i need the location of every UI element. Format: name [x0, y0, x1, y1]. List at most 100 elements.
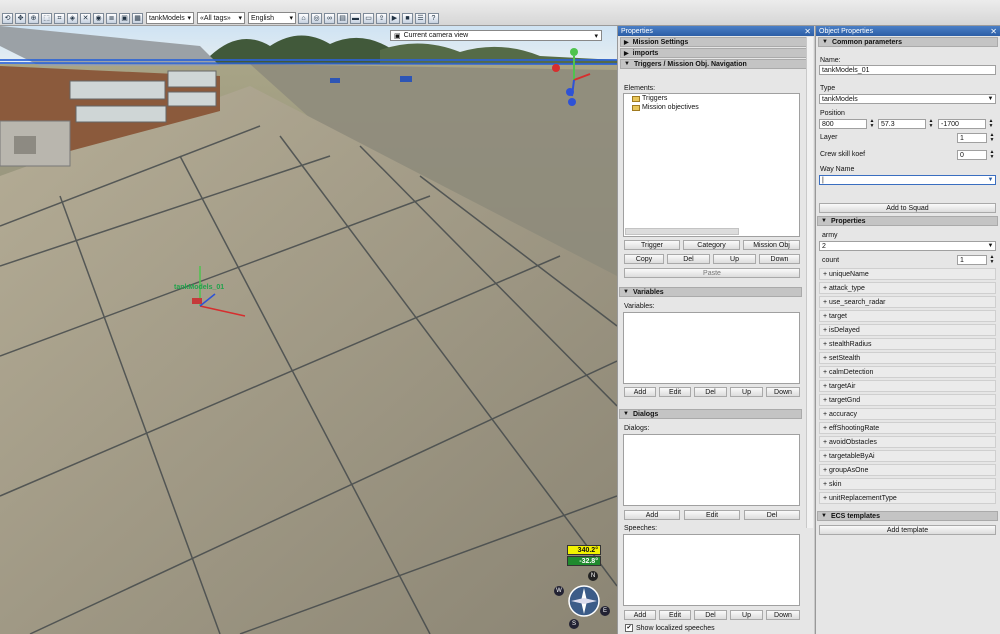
- layer-input[interactable]: 1: [957, 133, 987, 143]
- crew-skill-spinner[interactable]: ▲ ▼: [988, 150, 996, 160]
- section-triggers[interactable]: ▼ Triggers / Mission Obj. Navigation: [620, 59, 812, 69]
- object-icon[interactable]: ◈: [67, 12, 78, 24]
- variables-down-button[interactable]: Down: [766, 387, 800, 397]
- select-area-icon[interactable]: ⌗: [54, 12, 65, 24]
- section-variables[interactable]: ▼ Variables: [619, 287, 802, 297]
- save-as-icon[interactable]: ▭: [363, 12, 374, 24]
- prop-accuracy[interactable]: + accuracy: [819, 408, 996, 420]
- prop-use-search-radar[interactable]: + use_search_radar: [819, 296, 996, 308]
- camera-icon[interactable]: ⌂: [298, 12, 309, 24]
- rotate-icon[interactable]: ⟲: [2, 12, 13, 24]
- properties-scrollbar[interactable]: [806, 37, 813, 528]
- del-button[interactable]: Del: [667, 254, 710, 264]
- add-to-squad-button[interactable]: Add to Squad: [819, 203, 996, 213]
- save-icon[interactable]: ▬: [350, 12, 361, 24]
- prop-group-as-one[interactable]: + groupAsOne: [819, 464, 996, 476]
- variables-edit-button[interactable]: Edit: [659, 387, 691, 397]
- up-button[interactable]: Up: [713, 254, 756, 264]
- unit-label[interactable]: tankModels_01: [174, 284, 224, 291]
- stop-icon[interactable]: ■: [402, 12, 413, 24]
- binoculars-icon[interactable]: ∞: [324, 12, 335, 24]
- prop-skin[interactable]: + skin: [819, 478, 996, 490]
- way-name-input[interactable]: |: [819, 175, 996, 185]
- globe-icon[interactable]: ◉: [93, 12, 104, 24]
- language-select[interactable]: English ▾: [248, 12, 296, 24]
- prop-set-stealth[interactable]: + setStealth: [819, 352, 996, 364]
- down-button[interactable]: Down: [759, 254, 800, 264]
- prop-calm-detection[interactable]: + calmDetection: [819, 366, 996, 378]
- prop-avoid-obstacles[interactable]: + avoidObstacles: [819, 436, 996, 448]
- section-imports[interactable]: ▶ imports: [620, 48, 812, 58]
- position-x-input[interactable]: 800: [819, 119, 867, 129]
- speeches-add-button[interactable]: Add: [624, 610, 656, 620]
- speeches-down-button[interactable]: Down: [766, 610, 800, 620]
- count-spinner[interactable]: ▲ ▼: [988, 255, 996, 265]
- prop-target[interactable]: + target: [819, 310, 996, 322]
- layers-icon[interactable]: ≣: [106, 12, 117, 24]
- close-icon[interactable]: ✕: [990, 27, 997, 36]
- copy-button[interactable]: Copy: [624, 254, 664, 264]
- paste-button[interactable]: Paste: [624, 268, 800, 278]
- prop-attack-type[interactable]: + attack_type: [819, 282, 996, 294]
- grid-icon[interactable]: ▦: [132, 12, 143, 24]
- dialogs-add-button[interactable]: Add: [624, 510, 680, 520]
- add-template-button[interactable]: Add template: [819, 525, 996, 535]
- close-icon[interactable]: ✕: [804, 27, 811, 36]
- prop-target-gnd[interactable]: + targetGnd: [819, 394, 996, 406]
- help-icon[interactable]: ?: [428, 12, 439, 24]
- variables-add-button[interactable]: Add: [624, 387, 656, 397]
- eye-icon[interactable]: ◎: [311, 12, 322, 24]
- elements-tree[interactable]: [623, 93, 800, 237]
- 3d-viewport[interactable]: ▣ Current camera view ▾ tankModels_01 34…: [0, 26, 617, 634]
- speeches-del-button[interactable]: Del: [694, 610, 727, 620]
- mission-obj-button[interactable]: Mission Obj: [743, 240, 800, 250]
- cube-icon[interactable]: ▣: [119, 12, 130, 24]
- play-icon[interactable]: ▶: [389, 12, 400, 24]
- dialogs-del-button[interactable]: Del: [744, 510, 800, 520]
- section-properties[interactable]: ▼ Properties: [817, 216, 998, 226]
- erase-icon[interactable]: ✕: [80, 12, 91, 24]
- trigger-button[interactable]: Trigger: [624, 240, 680, 250]
- prop-is-delayed[interactable]: + isDelayed: [819, 324, 996, 336]
- variables-up-button[interactable]: Up: [730, 387, 763, 397]
- dialogs-edit-button[interactable]: Edit: [684, 510, 740, 520]
- open-icon[interactable]: ▤: [337, 12, 348, 24]
- variables-del-button[interactable]: Del: [694, 387, 727, 397]
- section-ecs-templates[interactable]: ▼ ECS templates: [817, 511, 998, 521]
- report-icon[interactable]: ☰: [415, 12, 426, 24]
- move-icon[interactable]: ✥: [15, 12, 26, 24]
- type-select[interactable]: tankModels: [819, 94, 996, 104]
- prop-eff-shooting-rate[interactable]: + effShootingRate: [819, 422, 996, 434]
- section-common-parameters[interactable]: ▼ Common parameters: [818, 37, 998, 47]
- count-input[interactable]: 1: [957, 255, 987, 265]
- select-icon[interactable]: ⬚: [41, 12, 52, 24]
- section-dialogs[interactable]: ▼ Dialogs: [619, 409, 802, 419]
- model-select[interactable]: tankModels ▾: [146, 12, 194, 24]
- position-z-input[interactable]: -1700: [938, 119, 986, 129]
- army-select[interactable]: 2: [819, 241, 996, 251]
- export-icon[interactable]: ⇪: [376, 12, 387, 24]
- position-x-spinner[interactable]: ▲ ▼: [868, 119, 876, 129]
- dialogs-list[interactable]: [623, 434, 800, 506]
- horizontal-scrollbar[interactable]: [625, 228, 739, 235]
- name-input[interactable]: tankModels_01: [819, 65, 996, 75]
- prop-unit-replacement-type[interactable]: + unitReplacementType: [819, 492, 996, 504]
- section-mission-settings[interactable]: ▶ Mission Settings: [620, 37, 812, 47]
- prop-stealth-radius[interactable]: + stealthRadius: [819, 338, 996, 350]
- position-y-spinner[interactable]: ▲ ▼: [927, 119, 935, 129]
- tags-select[interactable]: «All tags» ▾: [197, 12, 245, 24]
- speeches-edit-button[interactable]: Edit: [659, 610, 691, 620]
- position-z-spinner[interactable]: ▲ ▼: [987, 119, 995, 129]
- speeches-list[interactable]: [623, 534, 800, 606]
- show-localized-checkbox[interactable]: ✔ Show localized speeches: [625, 624, 715, 632]
- tree-item-mission-objectives[interactable]: Mission objectives: [632, 104, 699, 111]
- crew-skill-input[interactable]: 0: [957, 150, 987, 160]
- zoom-icon[interactable]: ⊕: [28, 12, 39, 24]
- position-y-input[interactable]: 57.3: [878, 119, 926, 129]
- tree-item-triggers[interactable]: Triggers: [632, 95, 667, 102]
- camera-view-select[interactable]: ▣ Current camera view ▾: [390, 30, 602, 41]
- prop-target-air[interactable]: + targetAir: [819, 380, 996, 392]
- variables-list[interactable]: [623, 312, 800, 384]
- speeches-up-button[interactable]: Up: [730, 610, 763, 620]
- axis-gizmo[interactable]: [552, 46, 592, 116]
